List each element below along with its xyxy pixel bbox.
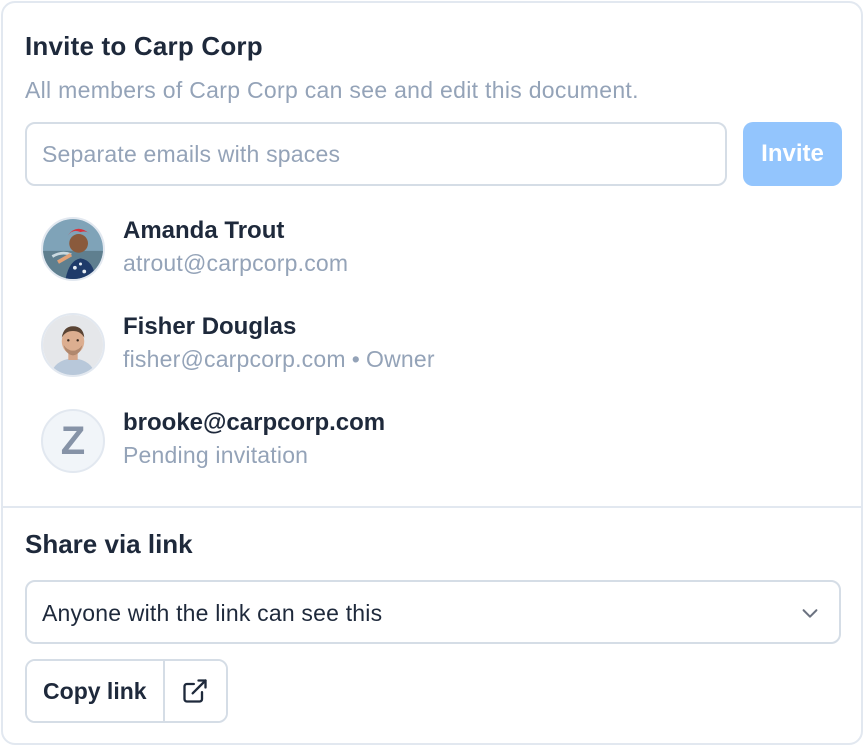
avatar	[41, 217, 105, 281]
member-name: brooke@carpcorp.com	[123, 409, 386, 436]
invite-button[interactable]: Invite	[743, 122, 842, 186]
link-permission-select[interactable]: Anyone with the link can see this	[25, 580, 841, 644]
member-item: Fisher Douglas fisher@carpcorp.com • Owner	[41, 313, 741, 379]
invite-section: Invite to Carp Corp All members of Carp …	[3, 3, 861, 507]
member-status: Pending invitation	[123, 442, 309, 468]
copy-link-button[interactable]: Copy link	[27, 661, 165, 721]
email-input[interactable]	[25, 122, 727, 186]
member-email: fisher@carpcorp.com	[123, 346, 346, 372]
chevron-down-icon	[802, 609, 818, 618]
link-permission-value: Anyone with the link can see this	[42, 600, 383, 626]
external-link-icon	[183, 679, 207, 703]
member-item: Z brooke@carpcorp.com Pending invitation	[41, 409, 741, 475]
section-divider	[3, 506, 861, 508]
invite-dialog: Invite to Carp Corp All members of Carp …	[1, 1, 863, 745]
invite-subtitle: All members of Carp Corp can see and edi…	[25, 77, 639, 103]
invite-title: Invite to Carp Corp	[25, 31, 263, 61]
member-item: Amanda Trout atrout@carpcorp.com	[41, 217, 741, 283]
member-name: Fisher Douglas	[123, 313, 297, 340]
share-title: Share via link	[25, 529, 193, 559]
link-actions: Copy link	[25, 659, 228, 723]
member-name: Amanda Trout	[123, 217, 285, 244]
avatar	[41, 313, 105, 377]
separator-dot: •	[351, 346, 360, 372]
open-link-button[interactable]	[164, 661, 226, 721]
member-role: Owner	[365, 346, 435, 372]
member-email-role: fisher@carpcorp.com • Owner	[123, 346, 435, 373]
member-email: atrout@carpcorp.com	[123, 250, 349, 276]
avatar: Z	[41, 409, 105, 473]
